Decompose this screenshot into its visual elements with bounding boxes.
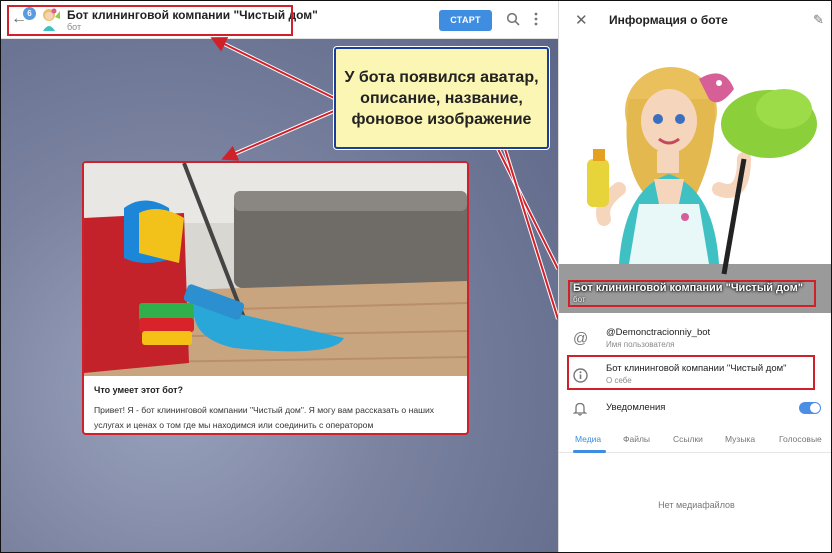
bot-description-card: Что умеет этот бот? Привет! Я - бот клин… [82,161,469,435]
card-description-text: Привет! Я - бот клининговой компании "Чи… [94,405,435,430]
info-header: ✕ Информация о боте ✎ [559,1,831,39]
bot-info-panel: ✕ Информация о боте ✎ Бот клининговой ко… [558,1,831,552]
bot-name: Бот клининговой компании "Чистый дом" [573,282,803,294]
tab-voice[interactable]: Голосовые [779,434,822,444]
tab-files[interactable]: Файлы [623,434,650,444]
username-value[interactable]: @Demonctracionniy_bot [606,327,710,338]
info-icon [573,368,588,383]
active-tab-indicator [573,450,606,453]
bot-description-image [84,163,467,376]
about-value: Бот клининговой компании "Чистый дом" [606,363,787,374]
chat-pane: ← 6 Бот клининговой компании "Чистый дом… [1,1,558,552]
close-icon[interactable]: ✕ [575,11,588,29]
bell-icon [573,401,587,416]
tab-music[interactable]: Музыка [725,434,755,444]
at-sign-icon: @ [573,330,589,347]
bot-type-label: бот [573,295,586,304]
bot-profile-photo[interactable] [559,39,831,313]
tab-links[interactable]: Ссылки [673,434,703,444]
tab-media[interactable]: Медиа [575,434,601,444]
edit-pencil-icon[interactable]: ✎ [813,12,824,28]
annotation-callout: У бота появился аватар, описание, назван… [334,47,549,149]
username-label: Имя пользователя [606,340,675,349]
screenshot-frame: ← 6 Бот клининговой компании "Чистый дом… [0,0,832,553]
notifications-toggle[interactable] [799,402,821,414]
notifications-label: Уведомления [606,402,666,413]
info-title: Информация о боте [609,13,728,27]
about-label: О себе [606,376,632,385]
empty-media-text: Нет медиафайлов [658,500,735,510]
card-question: Что умеет этот бот? [94,385,184,395]
